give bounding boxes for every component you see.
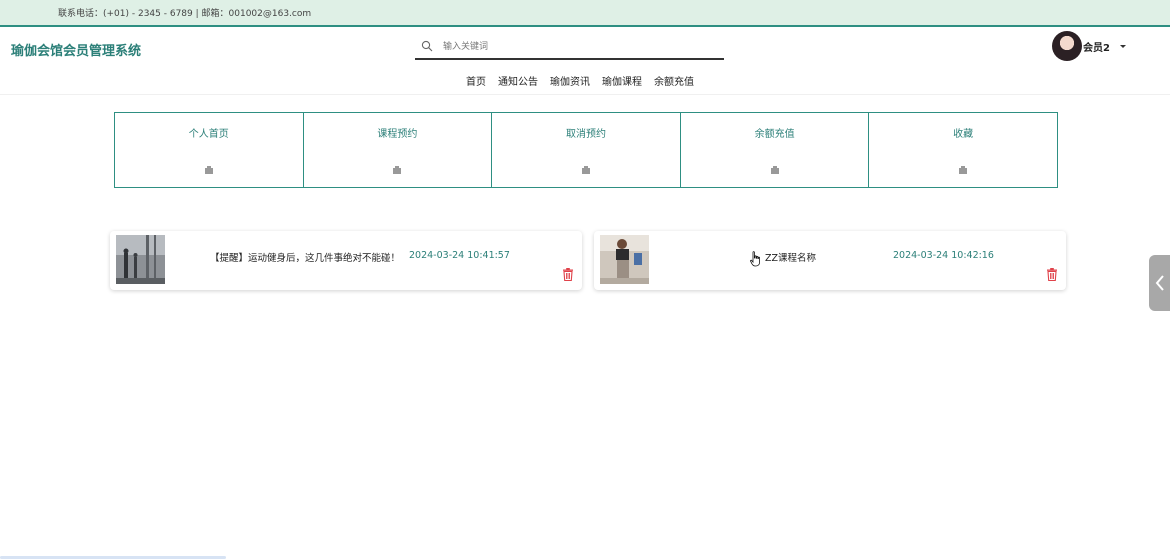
image-placeholder-icon bbox=[393, 166, 402, 174]
main-nav: 首页 通知公告 瑜伽资讯 瑜伽课程 余额充值 bbox=[466, 73, 694, 88]
image-placeholder-icon bbox=[204, 166, 213, 174]
menu-card-label: 余额充值 bbox=[754, 129, 795, 140]
contact-info: 联系电话：(+01) - 2345 - 6789 | 邮箱：001002@163… bbox=[58, 9, 312, 19]
nav-recharge[interactable]: 余额充值 bbox=[654, 73, 694, 88]
item-thumbnail[interactable] bbox=[116, 235, 165, 284]
menu-card-label: 取消预约 bbox=[565, 129, 606, 140]
menu-card-book-course[interactable]: 课程预约 bbox=[302, 112, 493, 188]
item-time: 2024-03-24 10:41:57 bbox=[409, 250, 510, 261]
search-bar bbox=[415, 36, 724, 60]
item-thumbnail[interactable] bbox=[600, 235, 649, 284]
user-menu[interactable]: 会员2 bbox=[1052, 31, 1128, 61]
item-title[interactable]: ZZ课程名称 bbox=[765, 250, 816, 264]
avatar[interactable] bbox=[1052, 31, 1082, 61]
nav-yoga-courses[interactable]: 瑜伽课程 bbox=[602, 73, 642, 88]
nav-notices[interactable]: 通知公告 bbox=[498, 73, 538, 88]
menu-card-label: 个人首页 bbox=[188, 129, 229, 140]
nav-yoga-news[interactable]: 瑜伽资讯 bbox=[550, 73, 590, 88]
side-drawer-toggle[interactable] bbox=[1149, 255, 1170, 311]
search-input[interactable] bbox=[443, 38, 713, 56]
trash-icon[interactable] bbox=[562, 268, 574, 281]
site-title[interactable]: 瑜伽会馆会员管理系统 bbox=[11, 40, 141, 59]
chevron-down-icon[interactable] bbox=[1118, 41, 1128, 51]
menu-card-cancel-booking[interactable]: 取消预约 bbox=[491, 112, 681, 188]
menu-card-favorites[interactable]: 收藏 bbox=[868, 112, 1058, 188]
search-icon[interactable] bbox=[421, 40, 433, 52]
hand-cursor-icon bbox=[750, 251, 760, 267]
trash-icon[interactable] bbox=[1046, 268, 1058, 281]
item-title[interactable]: 【提醒】运动健身后，这几件事绝对不能碰！ bbox=[210, 250, 400, 264]
menu-card-recharge[interactable]: 余额充值 bbox=[679, 112, 870, 188]
menu-card-label: 课程预约 bbox=[377, 129, 418, 140]
username[interactable]: 会员2 bbox=[1083, 39, 1110, 54]
center-menu: 个人首页 课程预约 取消预约 余额充值 收藏 bbox=[114, 112, 1058, 188]
image-placeholder-icon bbox=[581, 166, 590, 174]
item-time: 2024-03-24 10:42:16 bbox=[893, 250, 994, 261]
menu-card-profile[interactable]: 个人首页 bbox=[114, 112, 304, 188]
favorites-list: 【提醒】运动健身后，这几件事绝对不能碰！ 2024-03-24 10:41:57… bbox=[110, 231, 1067, 291]
image-placeholder-icon bbox=[770, 166, 779, 174]
site-header: 瑜伽会馆会员管理系统 会员2 首页 通知公告 瑜伽资讯 瑜伽课程 余额充值 bbox=[0, 29, 1170, 95]
menu-card-label: 收藏 bbox=[953, 129, 974, 140]
image-placeholder-icon bbox=[959, 166, 968, 174]
list-item[interactable]: 【提醒】运动健身后，这几件事绝对不能碰！ 2024-03-24 10:41:57 bbox=[110, 231, 582, 290]
contact-bar: 联系电话：(+01) - 2345 - 6789 | 邮箱：001002@163… bbox=[0, 0, 1170, 27]
nav-home[interactable]: 首页 bbox=[466, 73, 486, 88]
list-item[interactable]: ZZ课程名称 2024-03-24 10:42:16 bbox=[594, 231, 1066, 290]
chevron-left-icon[interactable] bbox=[1154, 274, 1166, 292]
